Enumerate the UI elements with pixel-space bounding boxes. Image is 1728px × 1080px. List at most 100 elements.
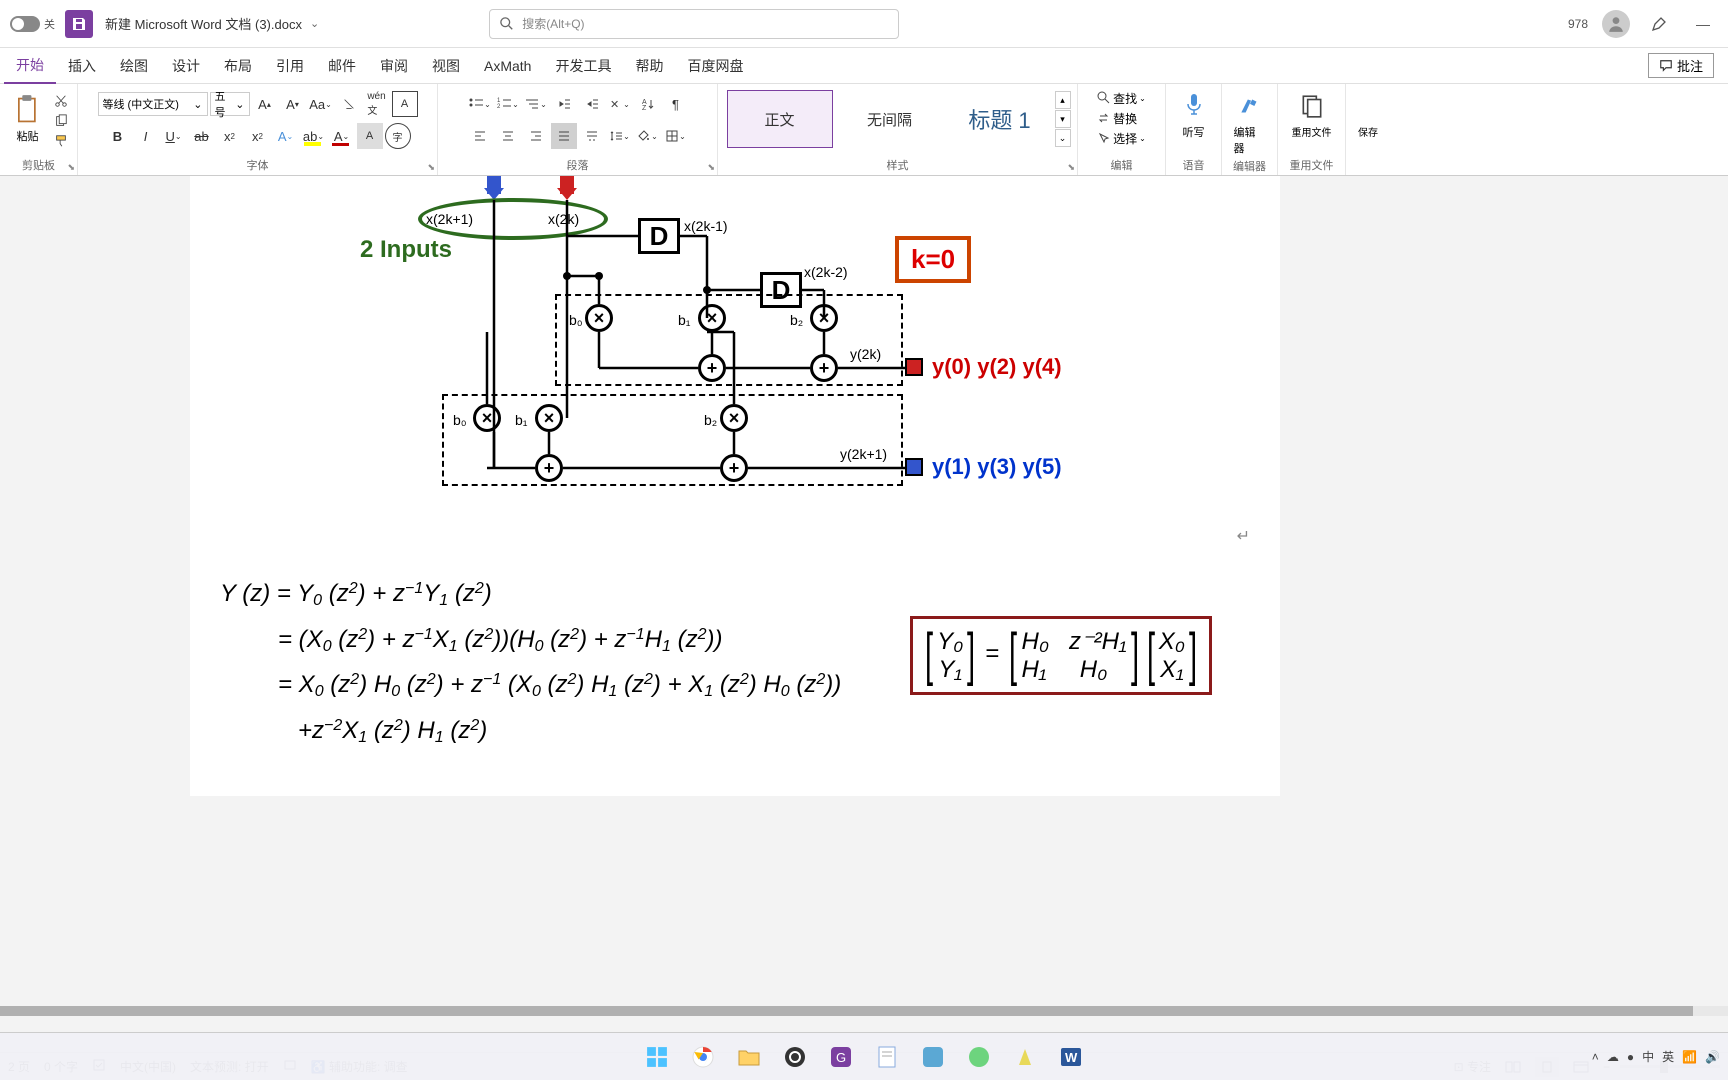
justify-button[interactable]: [551, 123, 577, 149]
superscript-button[interactable]: x2: [245, 123, 271, 149]
style-expand[interactable]: ⌄: [1055, 129, 1071, 147]
align-right-button[interactable]: [523, 123, 549, 149]
clipboard-expand-icon[interactable]: ⬊: [67, 162, 75, 173]
highlight-button[interactable]: ab⌄: [301, 123, 327, 149]
phonetic-button[interactable]: wén文: [364, 91, 390, 117]
underline-button[interactable]: U⌄: [161, 123, 187, 149]
format-painter-button[interactable]: [50, 132, 72, 150]
bold-button[interactable]: B: [105, 123, 131, 149]
chrome-icon[interactable]: [683, 1037, 723, 1077]
paragraph-expand-icon[interactable]: ⬊: [707, 162, 715, 173]
svg-text:Z: Z: [642, 105, 647, 111]
app-icon-1[interactable]: G: [821, 1037, 861, 1077]
copy-button[interactable]: [50, 112, 72, 130]
tab-view[interactable]: 视图: [420, 48, 472, 84]
tab-help[interactable]: 帮助: [623, 48, 675, 84]
change-case-button[interactable]: Aa⌄: [308, 91, 334, 117]
pen-icon[interactable]: [1644, 9, 1674, 39]
tab-mailings[interactable]: 邮件: [316, 48, 368, 84]
tab-draw[interactable]: 绘图: [108, 48, 160, 84]
font-color-button[interactable]: A⌄: [329, 123, 355, 149]
align-left-button[interactable]: [467, 123, 493, 149]
distribute-button[interactable]: [579, 123, 605, 149]
find-button[interactable]: 查找⌄: [1097, 88, 1146, 108]
select-button[interactable]: 选择⌄: [1097, 128, 1146, 148]
save-ribbon-button[interactable]: 保存: [1346, 88, 1390, 141]
increase-indent-button[interactable]: [579, 91, 605, 117]
strikethrough-button[interactable]: ab: [189, 123, 215, 149]
tab-insert[interactable]: 插入: [56, 48, 108, 84]
style-scroll-up[interactable]: ▴: [1055, 91, 1071, 109]
decrease-indent-button[interactable]: [551, 91, 577, 117]
tab-layout[interactable]: 布局: [212, 48, 264, 84]
styles-expand-icon[interactable]: ⬊: [1067, 162, 1075, 173]
shrink-font-button[interactable]: A▾: [280, 91, 306, 117]
grow-font-button[interactable]: A▴: [252, 91, 278, 117]
tray-app-icon[interactable]: ●: [1627, 1050, 1634, 1064]
style-nospace[interactable]: 无间隔: [837, 90, 943, 148]
italic-button[interactable]: I: [133, 123, 159, 149]
asian-layout-button[interactable]: ✕⌄: [607, 91, 633, 117]
avatar[interactable]: [1602, 10, 1630, 38]
start-button[interactable]: [637, 1037, 677, 1077]
paste-button[interactable]: 粘贴: [6, 88, 50, 150]
obs-icon[interactable]: [775, 1037, 815, 1077]
show-marks-button[interactable]: ¶: [663, 91, 689, 117]
x2kp1-label: x(2k+1): [426, 211, 473, 227]
reuse-files-button[interactable]: 重用文件: [1286, 88, 1338, 141]
font-name-select[interactable]: 等线 (中文正文)⌄: [98, 92, 208, 116]
tab-design[interactable]: 设计: [160, 48, 212, 84]
explorer-icon[interactable]: [729, 1037, 769, 1077]
cut-button[interactable]: [50, 92, 72, 110]
style-scroll-down[interactable]: ▾: [1055, 110, 1071, 128]
save-icon[interactable]: [65, 10, 93, 38]
app-icon-2[interactable]: [913, 1037, 953, 1077]
tab-home[interactable]: 开始: [4, 48, 56, 84]
align-center-button[interactable]: [495, 123, 521, 149]
replace-button[interactable]: 替换: [1097, 108, 1146, 128]
char-border-button[interactable]: A: [392, 91, 418, 117]
app-icon-3[interactable]: [959, 1037, 999, 1077]
tray-ime-zh[interactable]: 中: [1642, 1048, 1654, 1065]
app-icon-4[interactable]: [1005, 1037, 1045, 1077]
notepad-icon[interactable]: [867, 1037, 907, 1077]
style-heading1[interactable]: 标题 1: [947, 90, 1053, 148]
tray-expand-icon[interactable]: ˄: [1592, 1050, 1599, 1064]
dictate-button[interactable]: 听写: [1172, 88, 1216, 142]
autosave-toggle[interactable]: 关: [10, 16, 55, 32]
editing-group-label: 编辑: [1111, 157, 1133, 173]
tab-baidupan[interactable]: 百度网盘: [675, 48, 755, 84]
tab-developer[interactable]: 开发工具: [543, 48, 623, 84]
font-expand-icon[interactable]: ⬊: [427, 162, 435, 173]
clear-format-button[interactable]: [336, 91, 362, 117]
sort-button[interactable]: AZ: [635, 91, 661, 117]
font-size-select[interactable]: 五号⌄: [210, 92, 250, 116]
borders-button[interactable]: ⌄: [663, 123, 689, 149]
char-shading-button[interactable]: A: [357, 123, 383, 149]
tray-volume-icon[interactable]: 🔊: [1705, 1050, 1720, 1064]
shading-button[interactable]: ⌄: [635, 123, 661, 149]
k0-box: k=0: [895, 236, 971, 283]
comments-button[interactable]: 批注: [1648, 53, 1714, 78]
tab-references[interactable]: 引用: [264, 48, 316, 84]
minimize-button[interactable]: —: [1688, 9, 1718, 39]
line-spacing-button[interactable]: ⌄: [607, 123, 633, 149]
word-icon[interactable]: W: [1051, 1037, 1091, 1077]
tab-axmath[interactable]: AxMath: [472, 48, 543, 84]
horizontal-scrollbar[interactable]: [0, 1006, 1728, 1016]
enclose-char-button[interactable]: 字: [385, 123, 411, 149]
doc-title-dropdown-icon[interactable]: ⌄: [310, 17, 319, 30]
numbering-button[interactable]: 12⌄: [495, 91, 521, 117]
bullets-button[interactable]: ⌄: [467, 91, 493, 117]
search-input[interactable]: 搜索(Alt+Q): [489, 9, 899, 39]
text-effects-button[interactable]: A⌄: [273, 123, 299, 149]
multilevel-list-button[interactable]: ⌄: [523, 91, 549, 117]
autosave-off-label: 关: [44, 16, 55, 32]
tab-review[interactable]: 审阅: [368, 48, 420, 84]
editor-button[interactable]: 编辑器: [1228, 88, 1272, 158]
tray-ime-en[interactable]: 英: [1662, 1048, 1674, 1065]
tray-wifi-icon[interactable]: 📶: [1682, 1050, 1697, 1064]
subscript-button[interactable]: x2: [217, 123, 243, 149]
style-normal[interactable]: 正文: [727, 90, 833, 148]
tray-onedrive-icon[interactable]: ☁: [1607, 1050, 1619, 1064]
